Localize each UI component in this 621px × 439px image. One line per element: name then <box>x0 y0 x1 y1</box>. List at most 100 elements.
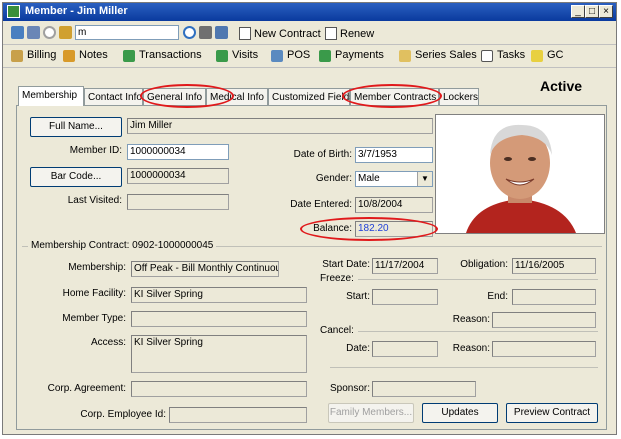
access-field: KI Silver Spring <box>131 335 307 373</box>
chevron-down-icon[interactable]: ▼ <box>417 172 432 186</box>
freeze-reason-label: Reason: <box>452 314 490 325</box>
tab-lockers[interactable]: Lockers <box>439 88 479 105</box>
member-id-field[interactable]: 1000000034 <box>127 144 229 160</box>
preview-contract-button[interactable]: Preview Contract <box>506 403 598 423</box>
corp-employee-id-label: Corp. Employee Id: <box>80 409 166 420</box>
home-facility-label: Home Facility: <box>62 288 126 299</box>
gender-select[interactable]: Male ▼ <box>355 171 433 187</box>
billing-button[interactable]: Billing <box>11 49 56 62</box>
freeze-reason-field <box>492 312 596 328</box>
freeze-divider <box>358 279 598 280</box>
billing-icon <box>11 50 23 62</box>
balance-label: Balance: <box>313 223 352 234</box>
series-sales-button[interactable]: Series Sales <box>399 49 477 62</box>
tab-member-contracts[interactable]: Member Contracts <box>350 88 439 105</box>
minimize-button[interactable]: _ <box>571 5 585 18</box>
start-date-label: Start Date: <box>322 259 370 270</box>
notes-button[interactable]: Notes <box>63 49 108 62</box>
tab-contact-info[interactable]: Contact Info <box>84 88 143 105</box>
full-name-button[interactable]: Full Name... <box>30 117 122 137</box>
last-visited-field <box>127 194 229 210</box>
full-name-field: Jim Miller <box>127 118 433 134</box>
person-icon[interactable] <box>11 26 24 39</box>
contract-group-title: Membership Contract: 0902-1000000045 <box>28 240 217 251</box>
date-of-birth-field[interactable]: 3/7/1953 <box>355 147 433 163</box>
cancel-date-field <box>372 341 438 357</box>
tab-general-info[interactable]: General Info <box>143 88 206 105</box>
balance-field: 182.20 <box>355 221 433 237</box>
search-input[interactable]: m <box>75 25 179 40</box>
visits-icon <box>216 50 228 62</box>
tasks-icon <box>481 50 493 62</box>
start-date-field: 11/17/2004 <box>372 258 438 274</box>
member-actions-toolbar: Billing Notes Transactions Visits POS Pa… <box>3 45 616 68</box>
close-button[interactable]: × <box>599 5 613 18</box>
gc-button[interactable]: GC <box>531 49 564 62</box>
corp-employee-id-field <box>169 407 307 423</box>
cancel-icon[interactable] <box>43 26 56 39</box>
series-sales-icon <box>399 50 411 62</box>
member-photo-image <box>436 115 604 233</box>
main-toolbar: m New Contract Renew <box>3 22 616 45</box>
transactions-button[interactable]: Transactions <box>123 49 202 62</box>
new-contract-label: New Contract <box>254 28 321 40</box>
save-icon[interactable] <box>27 26 40 39</box>
obligation-field: 11/16/2005 <box>512 258 596 274</box>
status-label: Active <box>540 78 583 94</box>
tab-medical-info[interactable]: Medical Info <box>206 88 268 105</box>
cancel-divider <box>358 331 598 332</box>
corp-agreement-label: Corp. Agreement: <box>47 383 126 394</box>
obligation-label: Obligation: <box>460 259 508 270</box>
renew-button[interactable]: Renew <box>321 25 382 43</box>
payments-icon <box>319 50 331 62</box>
member-type-label: Member Type: <box>62 313 126 324</box>
new-contract-button[interactable]: New Contract <box>235 25 328 43</box>
tasks-button[interactable]: Tasks <box>481 49 525 62</box>
print-icon[interactable] <box>215 26 228 39</box>
cancel-bottom-divider <box>330 367 598 368</box>
pos-button[interactable]: POS <box>271 49 310 62</box>
camera-icon[interactable] <box>199 26 212 39</box>
date-entered-field: 10/8/2004 <box>355 197 433 213</box>
freeze-end-field <box>512 289 596 305</box>
transactions-icon <box>123 50 135 62</box>
visits-button[interactable]: Visits <box>216 49 258 62</box>
search-icon[interactable] <box>183 26 196 39</box>
sponsor-field <box>372 381 476 397</box>
gc-icon <box>531 50 543 62</box>
freeze-start-label: Start: <box>346 291 370 302</box>
find-member-icon[interactable] <box>59 26 72 39</box>
family-members-button[interactable]: Family Members... <box>328 403 414 423</box>
app-icon <box>7 5 20 18</box>
membership-label: Membership: <box>68 262 126 273</box>
bar-code-button[interactable]: Bar Code... <box>30 167 122 187</box>
date-of-birth-label: Date of Birth: <box>293 149 352 160</box>
tab-customized-fields[interactable]: Customized Fields <box>268 88 354 105</box>
member-id-label: Member ID: <box>69 145 122 156</box>
updates-button[interactable]: Updates <box>422 403 498 423</box>
maximize-button[interactable]: □ <box>585 5 599 18</box>
bar-code-field: 1000000034 <box>127 168 229 184</box>
pos-icon <box>271 50 283 62</box>
title-bar: Member - Jim Miller _ □ × <box>3 3 616 21</box>
freeze-label: Freeze: <box>320 273 357 284</box>
tab-membership[interactable]: Membership <box>18 86 84 106</box>
cancel-label: Cancel: <box>320 325 357 336</box>
gender-label: Gender: <box>315 173 352 184</box>
cancel-reason-field <box>492 341 596 357</box>
cancel-reason-label: Reason: <box>452 343 490 354</box>
freeze-start-field <box>372 289 438 305</box>
freeze-end-label: End: <box>487 291 508 302</box>
document-icon <box>325 27 337 40</box>
renew-label: Renew <box>340 28 375 40</box>
access-label: Access: <box>90 337 126 348</box>
member-photo <box>435 114 605 234</box>
document-icon <box>239 27 251 40</box>
member-type-field <box>131 311 307 327</box>
cancel-date-label: Date: <box>346 343 370 354</box>
window-title: Member - Jim Miller <box>25 5 128 17</box>
notes-icon <box>63 50 75 62</box>
home-facility-field: KI Silver Spring <box>131 287 307 303</box>
date-entered-label: Date Entered: <box>290 199 352 210</box>
payments-button[interactable]: Payments <box>319 49 384 62</box>
